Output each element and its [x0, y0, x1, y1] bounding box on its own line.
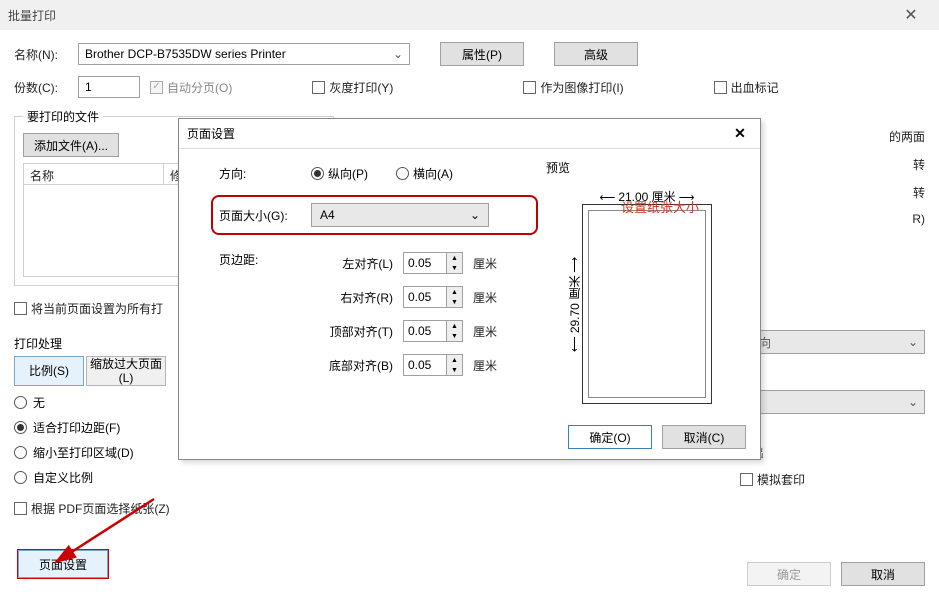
copies-input[interactable]: 1 [78, 76, 140, 98]
spin-up-icon[interactable]: ▲ [447, 253, 462, 263]
window-title: 批量打印 [8, 7, 56, 24]
modal-ok-button[interactable]: 确定(O) [568, 425, 652, 449]
margin-left-label: 左对齐(L) [313, 255, 393, 272]
spin-down-icon[interactable]: ▼ [447, 365, 462, 375]
spin-up-icon[interactable]: ▲ [447, 287, 462, 297]
spin-down-icon[interactable]: ▼ [447, 297, 462, 307]
item-r: R) [740, 212, 925, 232]
checkbox-icon: ✓ [150, 81, 163, 94]
cancel-button[interactable]: 取消 [841, 562, 925, 586]
margin-bottom-row: 底部对齐(B) 0.05▲▼ 厘米 [313, 351, 538, 379]
preview-page-inner [588, 210, 706, 398]
printer-selected-value: Brother DCP-B7535DW series Printer [85, 47, 286, 61]
apply-page-setup-all-checkbox[interactable]: 将当前页面设置为所有打 [14, 300, 163, 317]
modal-title-bar: 页面设置 ✕ [179, 119, 760, 149]
margin-top-row: 顶部对齐(T) 0.05▲▼ 厘米 [313, 317, 538, 345]
margin-right-row: 右对齐(R) 0.05▲▼ 厘米 [313, 283, 538, 311]
advanced-button[interactable]: 高级 [554, 42, 638, 66]
margins-label: 页边距: [219, 251, 299, 268]
margin-top-label: 顶部对齐(T) [313, 323, 393, 340]
margin-left-input[interactable]: 0.05▲▼ [403, 252, 463, 274]
tab-scale[interactable]: 比例(S) [14, 356, 84, 386]
landscape-radio[interactable]: 横向(A) [396, 165, 453, 182]
spin-down-icon[interactable]: ▼ [447, 331, 462, 341]
orientation-select[interactable]: 方向⌄ [740, 330, 925, 354]
orientation-label: 方向: [219, 165, 299, 182]
copies-label: 份数(C): [14, 79, 68, 96]
chevron-down-icon: ⌄ [393, 47, 403, 61]
portrait-radio[interactable]: 纵向(P) [311, 165, 368, 182]
printer-select[interactable]: Brother DCP-B7535DW series Printer ⌄ [78, 43, 410, 65]
close-icon[interactable]: ✕ [728, 125, 752, 142]
spin-down-icon[interactable]: ▼ [447, 263, 462, 273]
checkbox-icon [14, 302, 27, 315]
copies-row: 份数(C): 1 ✓ 自动分页(O) 灰度打印(Y) 作为图像打印(I) 出血标… [14, 76, 925, 98]
chevron-down-icon: ⌄ [470, 208, 480, 222]
printer-row: 名称(N): Brother DCP-B7535DW series Printe… [14, 42, 925, 66]
margin-right-label: 右对齐(R) [313, 289, 393, 306]
page-size-value: A4 [320, 208, 335, 222]
print-as-image-checkbox[interactable]: 作为图像打印(I) [523, 79, 623, 96]
flip-item-1: 转 [740, 156, 925, 176]
simulate-overprint-checkbox[interactable]: 模拟套印 [740, 471, 805, 488]
margin-bottom-label: 底部对齐(B) [313, 357, 393, 374]
batch-print-window: 批量打印 ✕ 名称(N): Brother DCP-B7535DW series… [0, 0, 939, 596]
checkbox-icon [312, 81, 325, 94]
page-size-select[interactable]: A4 ⌄ [311, 203, 489, 227]
choose-paper-by-pdf-checkbox[interactable]: 根据 PDF页面选择纸张(Z) [14, 500, 170, 517]
bleed-marks-checkbox[interactable]: 出血标记 [714, 79, 779, 96]
unknown-select[interactable]: ⌄ [740, 390, 925, 414]
checkbox-icon [714, 81, 727, 94]
preview-box: ⟵ 21.00 厘米 ⟶ ⟵ 29.70 厘米 ⟶ [546, 184, 726, 424]
form-side: 方向: 纵向(P) 横向(A) 页面大小(G): A4 ⌄ 页边距: [219, 159, 538, 424]
spin-up-icon[interactable]: ▲ [447, 355, 462, 365]
spin-up-icon[interactable]: ▲ [447, 321, 462, 331]
page-setup-dialog: 页面设置 ✕ 方向: 纵向(P) 横向(A) 页面大小(G): A4 ⌄ [178, 118, 761, 460]
flip-item-2: 转 [740, 184, 925, 204]
checkbox-icon [740, 473, 753, 486]
page-setup-button[interactable]: 页面设置 [18, 550, 108, 578]
modal-body: 方向: 纵向(P) 横向(A) 页面大小(G): A4 ⌄ 页边距: [179, 149, 760, 434]
modal-title: 页面设置 [187, 125, 235, 142]
checkbox-icon [523, 81, 536, 94]
preview-height-label: ⟵ 29.70 厘米 ⟶ [566, 204, 583, 404]
duplex-hint: 的两面 [740, 128, 925, 148]
col-name[interactable]: 名称 [24, 164, 164, 184]
modal-buttons: 确定(O) 取消(C) [568, 425, 746, 449]
margin-left-row: 左对齐(L) 0.05▲▼ 厘米 [313, 249, 538, 277]
margin-top-input[interactable]: 0.05▲▼ [403, 320, 463, 342]
scale-custom-radio[interactable]: 自定义比例 [14, 469, 314, 486]
annotation-text: 设置纸张大小 [621, 197, 699, 216]
tab-shrink-oversized[interactable]: 缩放过大页面(L) [86, 356, 166, 386]
modal-cancel-button[interactable]: 取消(C) [662, 425, 746, 449]
properties-button[interactable]: 属性(P) [440, 42, 524, 66]
printer-name-label: 名称(N): [14, 46, 68, 63]
page-size-highlight: 页面大小(G): A4 ⌄ [211, 195, 538, 235]
main-dialog-buttons: 确定 取消 [747, 562, 925, 586]
close-icon[interactable]: ✕ [891, 5, 931, 25]
collate-checkbox: ✓ 自动分页(O) [150, 79, 232, 96]
orientation-row: 方向: 纵向(P) 横向(A) [219, 159, 538, 187]
files-legend: 要打印的文件 [23, 108, 103, 125]
ok-button: 确定 [747, 562, 831, 586]
right-partial-panel: 的两面 转 转 R) 方向⌄ ⌄ 输出 模拟套印 [740, 120, 925, 489]
margin-right-input[interactable]: 0.05▲▼ [403, 286, 463, 308]
checkbox-icon [14, 502, 27, 515]
page-size-label: 页面大小(G): [219, 207, 299, 224]
preview-label: 预览 [546, 159, 746, 176]
title-bar: 批量打印 ✕ [0, 0, 939, 30]
margin-bottom-input[interactable]: 0.05▲▼ [403, 354, 463, 376]
grayscale-checkbox[interactable]: 灰度打印(Y) [312, 79, 393, 96]
add-file-button[interactable]: 添加文件(A)... [23, 133, 119, 157]
output-legend: 输出 [740, 444, 925, 461]
